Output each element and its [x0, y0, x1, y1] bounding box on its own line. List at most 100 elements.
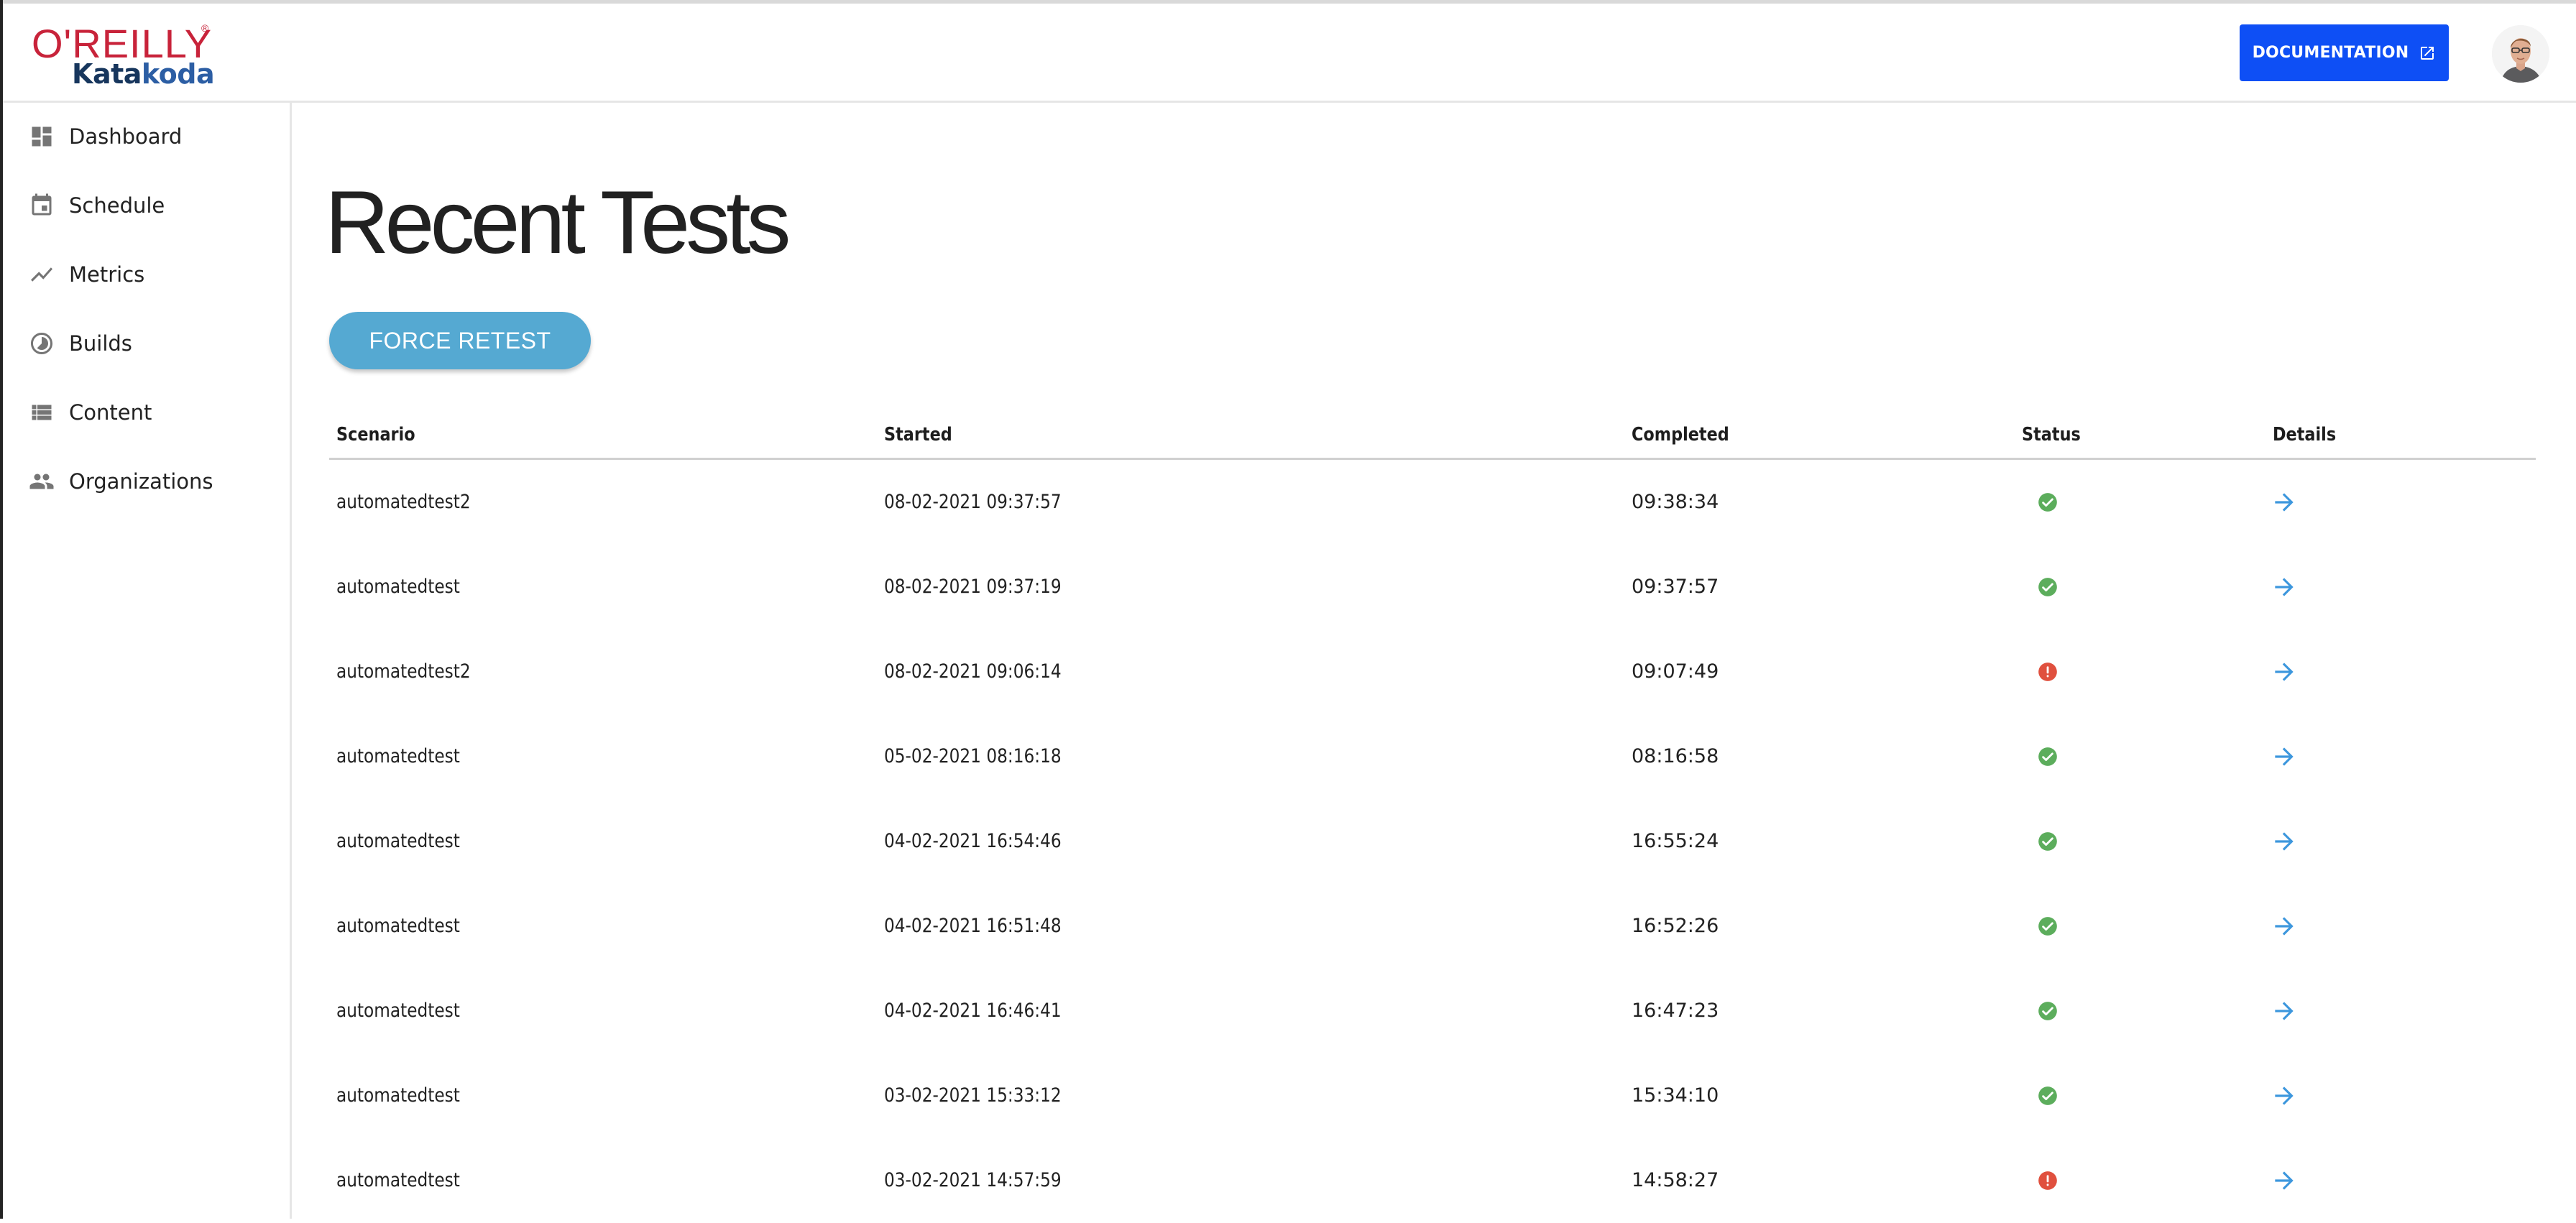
sidebar: Dashboard Schedule Metrics Builds Conten… — [3, 103, 292, 1219]
started-cell: 03-02-2021 14:57:59 — [884, 1169, 1062, 1191]
registered-mark: ® — [201, 22, 209, 34]
arrow-right-icon — [2275, 663, 2294, 681]
sidebar-item-label: Builds — [69, 331, 132, 356]
details-button[interactable] — [2270, 573, 2299, 601]
error-alert-icon — [2038, 1171, 2058, 1191]
sidebar-item-label: Dashboard — [69, 124, 183, 149]
arrow-right-icon — [2275, 1002, 2294, 1020]
success-check-icon — [2038, 916, 2058, 936]
completed-cell: 09:37:57 — [1632, 576, 1719, 598]
details-button[interactable] — [2270, 658, 2299, 686]
oreilly-katakoda-logo[interactable]: O'REILLY ® Katakoda — [32, 22, 218, 90]
completed-cell: 16:47:23 — [1632, 1000, 1719, 1022]
timelapse-icon — [27, 329, 56, 358]
avatar-portrait-icon — [2492, 25, 2549, 83]
details-button[interactable] — [2270, 828, 2299, 855]
table-row[interactable]: automatedtest 03-02-2021 15:33:12 15:34:… — [329, 1053, 2536, 1138]
details-button[interactable] — [2270, 913, 2299, 940]
scenario-cell: automatedtest — [336, 745, 460, 767]
started-cell: 04-02-2021 16:46:41 — [884, 1000, 1062, 1022]
sidebar-item-dashboard[interactable]: Dashboard — [3, 111, 290, 162]
scenario-cell: automatedtest — [336, 576, 460, 598]
sidebar-item-label: Schedule — [69, 193, 165, 218]
success-check-icon — [2038, 1086, 2058, 1106]
arrow-right-icon — [2275, 832, 2294, 851]
error-alert-icon — [2038, 662, 2058, 682]
logo-product-text: Katakoda — [72, 58, 215, 90]
arrow-right-icon — [2275, 578, 2294, 596]
sidebar-item-organizations[interactable]: Organizations — [3, 456, 290, 507]
page-title: Recent Tests — [325, 173, 791, 272]
details-button[interactable] — [2270, 997, 2299, 1025]
sidebar-item-label: Content — [69, 400, 152, 425]
arrow-right-icon — [2275, 1171, 2294, 1190]
table-row[interactable]: automatedtest2 08-02-2021 09:06:14 09:07… — [329, 629, 2536, 714]
trending-line-icon — [27, 260, 56, 289]
details-button[interactable] — [2270, 489, 2299, 516]
arrow-right-icon — [2275, 917, 2294, 936]
completed-cell: 09:38:34 — [1632, 491, 1719, 513]
details-button[interactable] — [2270, 1082, 2299, 1109]
completed-cell: 15:34:10 — [1632, 1084, 1719, 1107]
table-row[interactable]: automatedtest 04-02-2021 16:51:48 16:52:… — [329, 884, 2536, 969]
logo-product-part2: koda — [141, 58, 215, 90]
documentation-button[interactable]: DOCUMENTATION — [2240, 24, 2449, 81]
success-check-icon — [2038, 747, 2058, 767]
arrow-right-icon — [2275, 493, 2294, 512]
completed-cell: 16:52:26 — [1632, 915, 1719, 937]
scenario-cell: automatedtest2 — [336, 491, 471, 513]
table-row[interactable]: automatedtest 05-02-2021 08:16:18 08:16:… — [329, 714, 2536, 799]
sidebar-item-label: Organizations — [69, 469, 213, 494]
logo-product-part1: Kata — [72, 58, 142, 90]
dashboard-icon — [27, 122, 56, 151]
details-button[interactable] — [2270, 743, 2299, 770]
scenario-cell: automatedtest — [336, 830, 460, 852]
arrow-right-icon — [2275, 1086, 2294, 1105]
column-header-details[interactable]: Details — [2273, 424, 2336, 446]
list-icon — [27, 398, 56, 427]
column-header-started[interactable]: Started — [884, 424, 952, 446]
scenario-cell: automatedtest — [336, 1169, 460, 1191]
force-retest-button[interactable]: FORCE RETEST — [329, 312, 591, 369]
table-row[interactable]: automatedtest 08-02-2021 09:37:19 09:37:… — [329, 545, 2536, 629]
completed-cell: 09:07:49 — [1632, 660, 1719, 683]
success-check-icon — [2038, 831, 2058, 852]
started-cell: 08-02-2021 09:37:57 — [884, 491, 1062, 513]
success-check-icon — [2038, 577, 2058, 597]
people-icon — [27, 467, 56, 496]
documentation-button-label: DOCUMENTATION — [2252, 44, 2409, 62]
success-check-icon — [2038, 492, 2058, 512]
sidebar-item-builds[interactable]: Builds — [3, 318, 290, 369]
sidebar-item-label: Metrics — [69, 262, 145, 287]
scenario-cell: automatedtest2 — [336, 660, 471, 683]
arrow-right-icon — [2275, 747, 2294, 766]
started-cell: 08-02-2021 09:06:14 — [884, 660, 1062, 683]
table-row[interactable]: automatedtest 04-02-2021 16:46:41 16:47:… — [329, 969, 2536, 1053]
sidebar-item-schedule[interactable]: Schedule — [3, 180, 290, 231]
success-check-icon — [2038, 1001, 2058, 1021]
column-header-completed[interactable]: Completed — [1632, 424, 1729, 446]
calendar-icon — [27, 191, 56, 220]
table-row[interactable]: automatedtest2 08-02-2021 09:37:57 09:38… — [329, 460, 2536, 545]
started-cell: 08-02-2021 09:37:19 — [884, 576, 1062, 598]
user-avatar[interactable] — [2492, 25, 2549, 83]
table-row[interactable]: automatedtest 03-02-2021 14:57:59 14:58:… — [329, 1138, 2536, 1223]
started-cell: 05-02-2021 08:16:18 — [884, 745, 1062, 767]
column-header-scenario[interactable]: Scenario — [336, 424, 415, 446]
started-cell: 03-02-2021 15:33:12 — [884, 1084, 1062, 1107]
scenario-cell: automatedtest — [336, 1084, 460, 1107]
top-header: O'REILLY ® Katakoda DOCUMENTATION — [3, 4, 2576, 103]
started-cell: 04-02-2021 16:51:48 — [884, 915, 1062, 937]
column-header-status[interactable]: Status — [2022, 424, 2081, 446]
external-link-icon — [2421, 46, 2434, 60]
completed-cell: 08:16:58 — [1632, 745, 1719, 767]
started-cell: 04-02-2021 16:54:46 — [884, 830, 1062, 852]
scenario-cell: automatedtest — [336, 1000, 460, 1022]
completed-cell: 14:58:27 — [1632, 1169, 1719, 1191]
sidebar-item-content[interactable]: Content — [3, 387, 290, 438]
table-row[interactable]: automatedtest 04-02-2021 16:54:46 16:55:… — [329, 799, 2536, 884]
completed-cell: 16:55:24 — [1632, 830, 1719, 852]
scenario-cell: automatedtest — [336, 915, 460, 937]
sidebar-item-metrics[interactable]: Metrics — [3, 249, 290, 300]
details-button[interactable] — [2270, 1167, 2299, 1194]
